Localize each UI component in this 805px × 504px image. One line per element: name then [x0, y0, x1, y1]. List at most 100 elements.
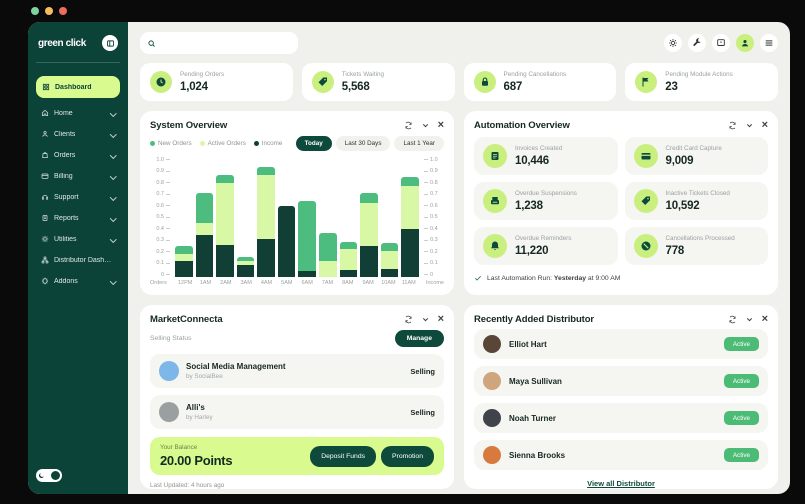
distributor-row[interactable]: Maya Sullivan Active [474, 366, 768, 396]
avatar [483, 446, 501, 464]
tile-overdue-suspensions: Overdue Suspensions1,238 [474, 182, 618, 220]
x-tick-label: 6AM [297, 280, 317, 286]
bar-9AM[interactable] [360, 157, 378, 277]
refresh-icon[interactable] [404, 315, 413, 324]
reports-doc-icon [41, 214, 49, 222]
status-badge: Active [724, 448, 759, 462]
y-tick: 0.8 [424, 180, 444, 185]
view-all-distributor-link[interactable]: View all Distributor [474, 479, 768, 488]
distributor-row[interactable]: Noah Turner Active [474, 403, 768, 433]
stat-card-pending-orders: Pending Orders1,024 [140, 63, 293, 101]
refresh-icon[interactable] [728, 121, 737, 130]
close-icon[interactable]: × [762, 121, 768, 130]
bar-3AM[interactable] [237, 157, 255, 277]
tools-button[interactable] [688, 34, 706, 52]
sidebar-toggle-button[interactable] [102, 35, 118, 51]
traffic-light-red[interactable] [59, 7, 67, 15]
promotion-button[interactable]: Promotion [381, 446, 434, 467]
refresh-icon[interactable] [728, 315, 737, 324]
filter-last-1-year-button[interactable]: Last 1 Year [394, 136, 444, 151]
sidebar-item-home[interactable]: Home [36, 104, 120, 122]
avatar [483, 409, 501, 427]
chevron-down-icon[interactable] [421, 315, 430, 324]
bar-4AM[interactable] [257, 157, 275, 277]
avatar [483, 335, 501, 353]
sidebar-item-distributor-dashboard[interactable]: Distributor Dashboard [36, 251, 120, 269]
sidebar-item-dashboard[interactable]: Dashboard [36, 76, 120, 98]
bar-7AM[interactable] [319, 157, 337, 277]
sidebar-item-utilities[interactable]: Utilities [36, 230, 120, 248]
bar-5AM[interactable] [278, 157, 296, 277]
legend-dot [254, 141, 259, 146]
stat-cards: Pending Orders1,024 Tickets Waiting5,568… [140, 63, 778, 101]
bar-1AM[interactable] [196, 157, 214, 277]
close-icon[interactable]: × [438, 315, 444, 324]
x-axis: Orders 12PM1AM2AM3AM4AM5AM6AM7AM8AM9AM10… [150, 280, 444, 286]
settings-button[interactable] [664, 34, 682, 52]
printer-icon [483, 189, 507, 213]
dashboard-grid-icon [42, 83, 50, 91]
x-tick-label: 5AM [277, 280, 297, 286]
bar-2AM[interactable] [216, 157, 234, 277]
sidebar-item-reports[interactable]: Reports [36, 209, 120, 227]
bar-6AM[interactable] [298, 157, 316, 277]
search-box[interactable] [140, 32, 298, 54]
filter-last-30-days-button[interactable]: Last 30 Days [336, 136, 391, 151]
selling-status-label: Selling Status [150, 335, 192, 342]
sidebar: green click Dashboard Home Clients Order… [28, 22, 128, 494]
recently-added-distributor-panel: Recently Added Distributor × Elliot Hart… [464, 305, 778, 489]
tile-credit-card-capture: Credit Card Capture9,009 [625, 137, 769, 175]
y-tick: 0.6 [150, 203, 170, 208]
system-overview-panel: System Overview × New Orders Active Orde… [140, 111, 454, 295]
distributor-row[interactable]: Elliot Hart Active [474, 329, 768, 359]
chevron-down-icon [110, 152, 116, 158]
theme-toggle[interactable] [36, 469, 62, 482]
refresh-icon[interactable] [404, 121, 413, 130]
feedback-button[interactable] [712, 34, 730, 52]
market-item-allis[interactable]: Alli'sby Harley Selling [150, 395, 444, 429]
close-icon[interactable]: × [438, 121, 444, 130]
distributor-row[interactable]: Sienna Brooks Active [474, 440, 768, 470]
clients-icon [41, 130, 49, 138]
search-input[interactable] [160, 39, 291, 48]
y-tick: 1.0 [424, 157, 444, 162]
status-badge: Active [724, 337, 759, 351]
check-icon [474, 274, 482, 282]
sidebar-item-orders[interactable]: Orders [36, 146, 120, 164]
filter-today-button[interactable]: Today [296, 136, 332, 151]
bar-12PM[interactable] [175, 157, 193, 277]
selling-status: Selling [410, 408, 435, 417]
last-automation-run: Last Automation Run: Yesterday at 9:00 A… [474, 274, 768, 282]
chevron-down-icon [110, 194, 116, 200]
chevron-down-icon[interactable] [745, 315, 754, 324]
bar-10AM[interactable] [381, 157, 399, 277]
panel-title: System Overview [150, 120, 227, 131]
bar-8AM[interactable] [340, 157, 358, 277]
menu-button[interactable] [760, 34, 778, 52]
traffic-light-green[interactable] [31, 7, 39, 15]
y-axis-left: 1.00.90.80.70.60.50.40.30.20.10 [150, 157, 170, 277]
x-axis-right-label: Income [424, 280, 444, 286]
traffic-light-yellow[interactable] [45, 7, 53, 15]
bar-11AM[interactable] [401, 157, 419, 277]
chevron-down-icon[interactable] [745, 121, 754, 130]
sidebar-item-support[interactable]: Support [36, 188, 120, 206]
chart-plot-area [170, 157, 424, 277]
y-tick: 0.6 [424, 203, 444, 208]
billing-card-icon [41, 172, 49, 180]
tag-icon [312, 71, 334, 93]
market-item-social-media-management[interactable]: Social Media Managementby SocialBee Sell… [150, 354, 444, 388]
manage-button[interactable]: Manage [395, 330, 444, 347]
flag-icon [635, 71, 657, 93]
sidebar-item-addons[interactable]: Addons [36, 272, 120, 290]
sidebar-item-billing[interactable]: Billing [36, 167, 120, 185]
profile-button[interactable] [736, 34, 754, 52]
y-tick: 0.5 [424, 215, 444, 220]
settings-gear-icon [668, 38, 678, 48]
chevron-down-icon[interactable] [421, 121, 430, 130]
sidebar-item-clients[interactable]: Clients [36, 125, 120, 143]
x-tick-label: 2AM [216, 280, 236, 286]
app-window: green click Dashboard Home Clients Order… [28, 22, 790, 494]
deposit-funds-button[interactable]: Deposit Funds [310, 446, 376, 467]
close-icon[interactable]: × [762, 315, 768, 324]
